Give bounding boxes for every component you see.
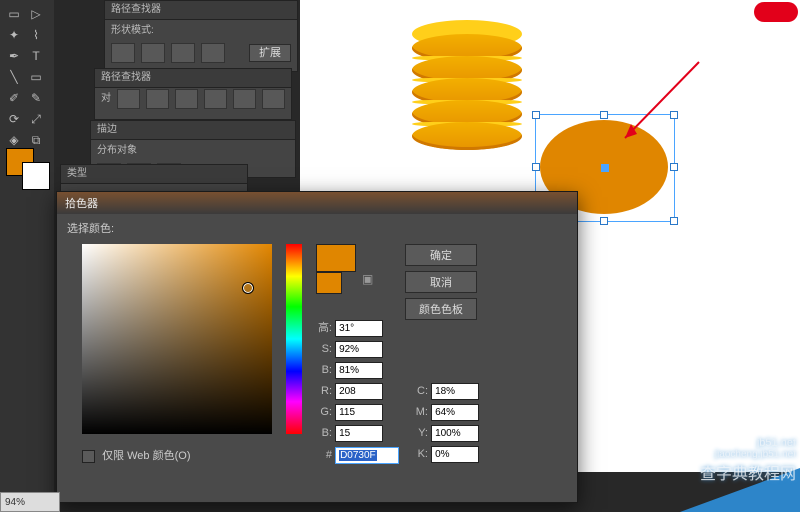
color-field[interactable]: [82, 244, 272, 434]
rotate-tool[interactable]: ⟳: [3, 109, 25, 129]
rgb-b-label: B:: [314, 427, 332, 439]
color-field-cursor[interactable]: [242, 282, 254, 294]
y-label: Y:: [410, 427, 428, 439]
c-field[interactable]: 18%: [431, 383, 479, 400]
trim-icon[interactable]: [146, 89, 169, 109]
b-label: B:: [314, 364, 332, 376]
s-field[interactable]: 92%: [335, 341, 383, 358]
zoom-readout[interactable]: 94%: [0, 492, 60, 512]
warp-tool[interactable]: ◈: [3, 130, 25, 150]
expand-button[interactable]: 扩展: [249, 44, 291, 62]
type-tool[interactable]: T: [25, 46, 47, 66]
doc-badge: [754, 2, 798, 22]
h-field[interactable]: 31°: [335, 320, 383, 337]
shape-modes-label: 形状模式:: [111, 20, 154, 42]
tab-type[interactable]: 类型: [67, 168, 87, 179]
minus-front-icon[interactable]: [141, 43, 165, 63]
hue-slider[interactable]: [286, 244, 302, 434]
move-tool[interactable]: ▭: [3, 4, 25, 24]
tab-pathfinder[interactable]: 路径查找器: [111, 4, 161, 15]
rect-tool[interactable]: ▭: [25, 67, 47, 87]
s-label: S:: [314, 343, 332, 355]
pencil-tool[interactable]: ✎: [25, 88, 47, 108]
line-tool[interactable]: ╲: [3, 67, 25, 87]
tab-pathfinder-2[interactable]: 路径查找器: [101, 72, 151, 83]
divide-icon[interactable]: [117, 89, 140, 109]
direct-select-tool[interactable]: ▷: [25, 4, 47, 24]
g-label: G:: [314, 406, 332, 418]
y-field[interactable]: 100%: [431, 425, 479, 442]
exclude-icon[interactable]: [201, 43, 225, 63]
new-color-swatch: [316, 244, 356, 272]
hex-label: #: [314, 449, 332, 461]
m-field[interactable]: 64%: [431, 404, 479, 421]
web-only-checkbox[interactable]: [82, 450, 95, 463]
hex-field[interactable]: D0730F: [335, 447, 399, 464]
outofgamut-icon: ▣: [362, 272, 373, 286]
rgb-b-field[interactable]: 15: [335, 425, 383, 442]
annotation-arrow: [615, 58, 705, 148]
tab-stroke[interactable]: 描边: [97, 121, 117, 139]
watermark: jb51.net jiaocheng.jb51.net 查字典教程网: [700, 437, 796, 484]
b-field[interactable]: 81%: [335, 362, 383, 379]
distribute-label: 分布对象: [97, 140, 137, 162]
outline-icon[interactable]: [233, 89, 256, 109]
minus-back-icon[interactable]: [262, 89, 285, 109]
dialog-title: 拾色器: [65, 195, 98, 211]
select-color-label: 选择颜色:: [67, 223, 114, 235]
r-field[interactable]: 208: [335, 383, 383, 400]
wand-tool[interactable]: ✦: [3, 25, 25, 45]
unite-icon[interactable]: [111, 43, 135, 63]
freetrans-tool[interactable]: ⧉: [25, 130, 47, 150]
intersect-icon[interactable]: [171, 43, 195, 63]
stroke-color-swatch[interactable]: [22, 162, 50, 190]
cancel-button[interactable]: 取消: [405, 271, 477, 293]
c-label: C:: [410, 385, 428, 397]
brush-tool[interactable]: ✐: [3, 88, 25, 108]
g-field[interactable]: 115: [335, 404, 383, 421]
tool-palette[interactable]: ▭▷ ✦⌇ ✒T ╲▭ ✐✎ ⟳⤢ ◈⧉: [0, 0, 54, 512]
lasso-tool[interactable]: ⌇: [25, 25, 47, 45]
pf2-row-label: 对: [101, 88, 111, 110]
swatches-button[interactable]: 颜色色板: [405, 298, 477, 320]
coin-stack: [412, 20, 522, 150]
current-color-swatch: [316, 272, 342, 294]
pen-tool[interactable]: ✒: [3, 46, 25, 66]
scale-tool[interactable]: ⤢: [25, 109, 47, 129]
m-label: M:: [410, 406, 428, 418]
ok-button[interactable]: 确定: [405, 244, 477, 266]
k-field[interactable]: 0%: [431, 446, 479, 463]
h-label: 高:: [314, 319, 332, 335]
k-label: K:: [410, 448, 428, 460]
merge-icon[interactable]: [175, 89, 198, 109]
pathfinder-panel-2[interactable]: 路径查找器 对: [94, 68, 292, 120]
r-label: R:: [314, 385, 332, 397]
pathfinder-panel[interactable]: 路径查找器 形状模式: 扩展: [104, 0, 298, 72]
web-only-label: 仅限 Web 颜色(O): [102, 450, 190, 462]
crop-icon[interactable]: [204, 89, 227, 109]
